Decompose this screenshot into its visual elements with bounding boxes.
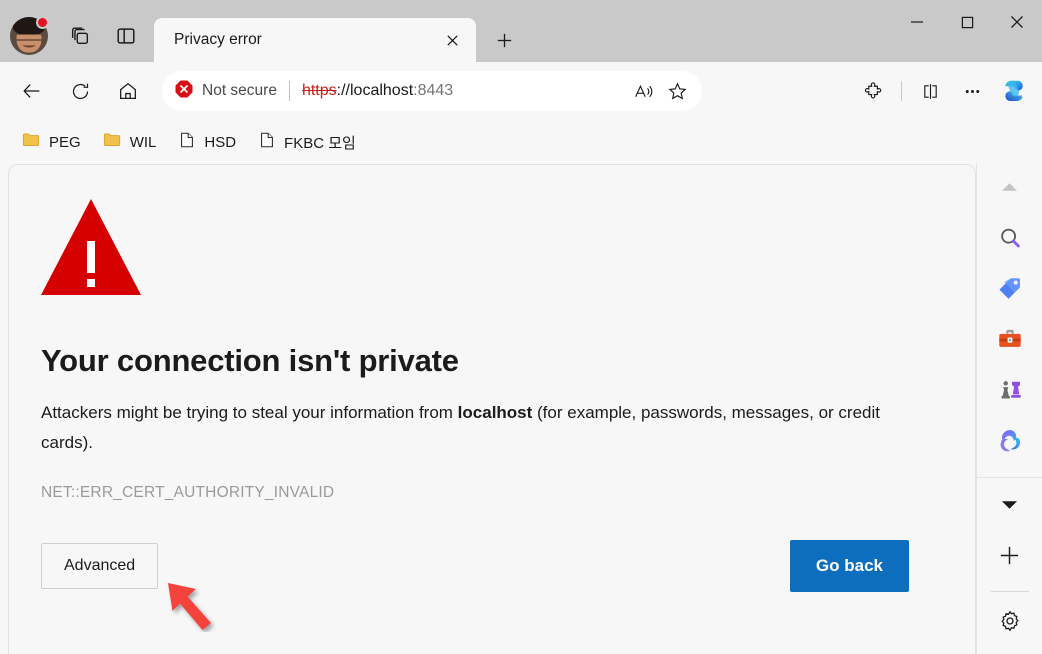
folder-icon <box>22 130 41 154</box>
error-page: Your connection isn't private Attackers … <box>8 164 976 654</box>
page-icon <box>258 131 276 154</box>
go-back-button[interactable]: Go back <box>789 539 909 592</box>
tab-strip: Privacy error <box>154 10 892 62</box>
not-secure-label: Not secure <box>202 82 277 99</box>
browser-window: Privacy error Not secure https://localho… <box>0 0 1042 654</box>
content-shell: Your connection isn't private Attackers … <box>0 164 976 654</box>
navigation-toolbar: Not secure https://localhost:8443 <box>0 62 1042 120</box>
bookmarks-bar: PEG WIL HSD FKBC 모임 <box>0 120 1042 164</box>
sidebar-divider-top <box>977 477 1042 478</box>
copilot-icon[interactable] <box>994 71 1034 111</box>
title-bar: Privacy error <box>0 0 1042 62</box>
expand-chevron-down-icon[interactable] <box>988 488 1032 523</box>
body-row: Your connection isn't private Attackers … <box>0 164 1042 654</box>
titlebar-left-controls <box>0 10 146 62</box>
omnibox-divider <box>288 81 290 101</box>
ellipsis-more-icon[interactable] <box>952 71 992 111</box>
games-chess-icon[interactable] <box>988 372 1032 407</box>
edge-sidebar <box>976 164 1042 654</box>
page-title: Your connection isn't private <box>41 343 459 378</box>
tools-toolbox-icon[interactable] <box>988 322 1032 357</box>
sidebar-divider-bottom <box>990 590 1029 592</box>
url-host: localhost <box>349 82 414 99</box>
close-button[interactable] <box>992 0 1042 44</box>
new-tab-button[interactable] <box>484 21 524 59</box>
window-controls <box>892 0 1042 44</box>
notification-dot <box>36 16 49 29</box>
warning-triangle-icon <box>41 199 141 295</box>
not-secure-icon <box>174 79 194 104</box>
extensions-puzzle-icon[interactable] <box>853 71 893 111</box>
button-row: Advanced Go back <box>41 539 935 592</box>
browser-essentials-icon[interactable] <box>106 17 146 55</box>
settings-gear-icon[interactable] <box>988 604 1032 639</box>
page-icon <box>178 131 196 154</box>
tab-privacy-error[interactable]: Privacy error <box>154 18 476 62</box>
desc-host: localhost <box>457 403 533 422</box>
read-aloud-icon[interactable] <box>626 74 660 108</box>
bookmark-label: PEG <box>49 133 81 151</box>
avatar-mouth <box>23 43 35 48</box>
star-favorite-icon[interactable] <box>660 74 694 108</box>
home-icon[interactable] <box>108 71 148 111</box>
maximize-button[interactable] <box>942 0 992 44</box>
error-code: NET::ERR_CERT_AUTHORITY_INVALID <box>41 483 335 501</box>
url-scheme: https <box>301 82 337 99</box>
minimize-button[interactable] <box>892 0 942 44</box>
back-arrow-icon[interactable] <box>12 71 52 111</box>
add-plus-icon[interactable] <box>988 538 1032 573</box>
url-separator: :// <box>336 82 350 99</box>
warning-exclamation-bar <box>87 241 95 273</box>
office-icon[interactable] <box>988 423 1032 458</box>
shopping-tag-icon[interactable] <box>988 271 1032 306</box>
warning-exclamation-dot <box>87 279 95 287</box>
security-status[interactable]: Not secure <box>174 79 287 104</box>
folder-icon <box>103 130 122 154</box>
bookmark-item-hsd[interactable]: HSD <box>170 126 244 159</box>
split-screen-icon[interactable] <box>910 71 950 111</box>
advanced-button[interactable]: Advanced <box>41 542 159 589</box>
desc-before: Attackers might be trying to steal your … <box>41 403 458 422</box>
address-bar[interactable]: Not secure https://localhost:8443 <box>162 71 702 111</box>
bookmark-item-wil[interactable]: WIL <box>95 125 165 159</box>
avatar[interactable] <box>10 16 49 55</box>
refresh-icon[interactable] <box>60 71 100 111</box>
search-icon[interactable] <box>988 221 1032 256</box>
tab-stack-icon[interactable] <box>60 17 100 55</box>
bookmark-label: HSD <box>204 133 237 151</box>
toolbar-right-icons <box>853 71 1034 111</box>
close-icon[interactable] <box>438 26 466 54</box>
toolbar-divider <box>901 81 902 101</box>
avatar-glasses <box>16 33 42 41</box>
bookmark-label: WIL <box>129 133 157 151</box>
error-description: Attackers might be trying to steal your … <box>41 398 901 458</box>
url-text[interactable]: https://localhost:8443 <box>302 82 626 100</box>
url-port: :8443 <box>413 82 454 99</box>
bookmark-label: FKBC 모임 <box>284 134 356 152</box>
tab-title: Privacy error <box>174 31 262 48</box>
bookmark-item-peg[interactable]: PEG <box>14 125 89 159</box>
collapse-chevron-up-icon[interactable] <box>988 170 1032 205</box>
bookmark-item-fkbc[interactable]: FKBC 모임 <box>250 126 364 159</box>
